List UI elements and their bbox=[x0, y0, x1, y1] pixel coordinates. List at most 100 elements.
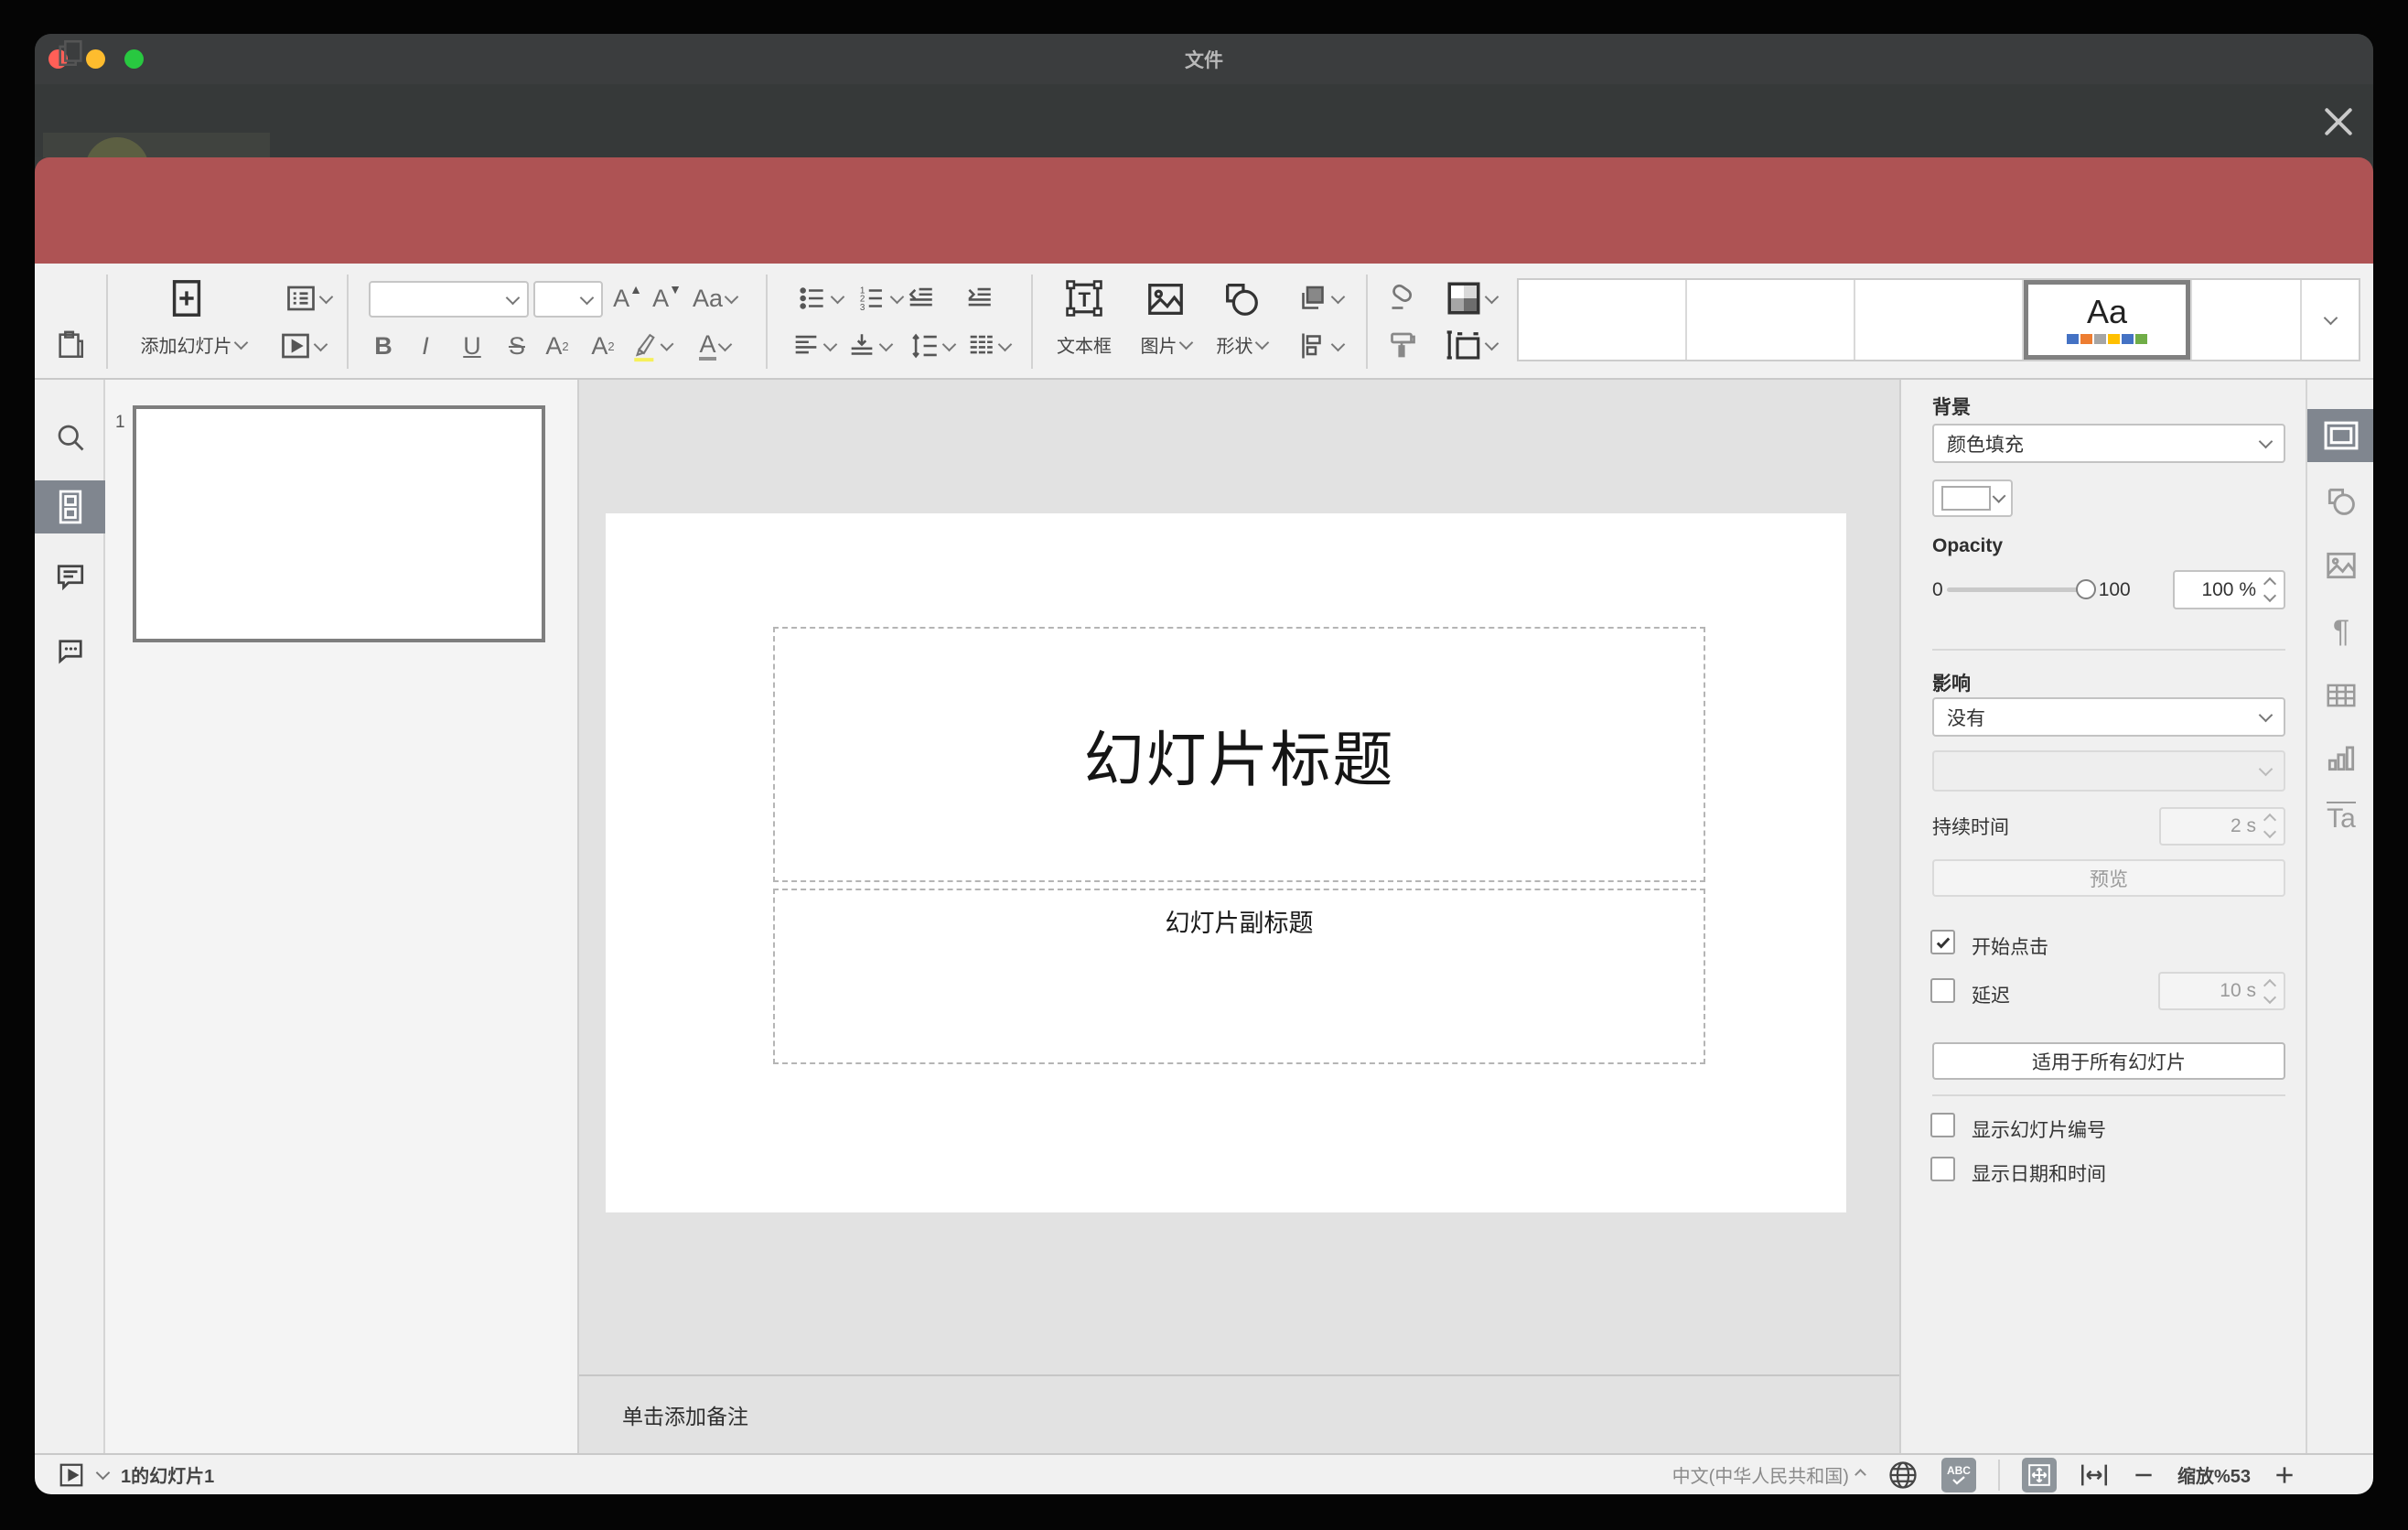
divider bbox=[106, 275, 108, 369]
slide-size-button[interactable] bbox=[1435, 324, 1506, 366]
line-spacing-button[interactable] bbox=[902, 326, 961, 366]
zoom-out-button[interactable] bbox=[2132, 1463, 2155, 1487]
spellcheck-button[interactable]: ABC bbox=[1940, 1457, 1976, 1492]
font-color-button[interactable]: A bbox=[688, 326, 741, 366]
opacity-spinbox[interactable]: 100 % bbox=[2173, 570, 2285, 609]
change-case-button[interactable]: Aa bbox=[688, 278, 741, 318]
background-fill-value: 颜色填充 bbox=[1947, 434, 2024, 456]
spin-carets[interactable] bbox=[2263, 978, 2277, 1004]
shape-label-button[interactable]: 形状 bbox=[1205, 328, 1278, 361]
table-settings-icon[interactable] bbox=[2307, 674, 2373, 717]
font-decrease-glyph: A bbox=[652, 284, 670, 312]
comments-icon[interactable] bbox=[35, 555, 105, 598]
search-icon[interactable] bbox=[35, 416, 105, 458]
start-on-click-checkbox[interactable] bbox=[1930, 930, 1955, 954]
textart-settings-icon[interactable]: Ta bbox=[2307, 797, 2373, 839]
theme-color-chip bbox=[2108, 334, 2120, 344]
opacity-slider-knob[interactable] bbox=[2075, 579, 2096, 599]
arrange-button[interactable] bbox=[1286, 278, 1352, 318]
shape-settings-icon[interactable] bbox=[2307, 480, 2373, 523]
image-button[interactable] bbox=[1138, 276, 1193, 322]
spin-carets[interactable] bbox=[2263, 813, 2277, 839]
preview-button[interactable]: 预览 bbox=[1932, 859, 2285, 897]
decrease-font-button[interactable]: A ▼ bbox=[649, 278, 685, 318]
delay-checkbox[interactable] bbox=[1930, 978, 1955, 1003]
copy-button[interactable] bbox=[51, 34, 90, 72]
subtitle-placeholder[interactable]: 幻灯片副标题 bbox=[773, 889, 1705, 1064]
underline-button[interactable]: U bbox=[455, 326, 489, 366]
textbox-label-button[interactable]: 文本框 bbox=[1038, 328, 1130, 361]
clear-style-button[interactable] bbox=[1380, 278, 1424, 318]
font-size-select[interactable] bbox=[533, 281, 603, 318]
title-placeholder[interactable]: 幻灯片标题 bbox=[773, 627, 1705, 882]
superscript-button[interactable]: A 2 bbox=[540, 326, 575, 366]
add-slide-label-button[interactable]: 添加幻灯片 bbox=[115, 328, 271, 361]
fit-width-button[interactable] bbox=[2079, 1460, 2110, 1491]
paste-button[interactable] bbox=[51, 326, 90, 364]
start-slideshow-button[interactable] bbox=[273, 326, 331, 366]
start-slideshow-status-button[interactable] bbox=[58, 1461, 111, 1489]
bold-glyph: B bbox=[374, 331, 392, 360]
show-slide-number-checkbox[interactable] bbox=[1930, 1113, 1955, 1137]
background-color-picker[interactable] bbox=[1932, 479, 2013, 517]
chat-icon[interactable] bbox=[35, 628, 105, 670]
show-date-time-checkbox[interactable] bbox=[1930, 1157, 1955, 1181]
duration-row: 持续时间 2 s bbox=[1932, 806, 2285, 846]
zoom-in-button[interactable] bbox=[2273, 1463, 2296, 1487]
textart-glyph: Ta bbox=[2327, 802, 2356, 834]
slides-panel-icon[interactable] bbox=[35, 486, 105, 528]
vertical-align-button[interactable] bbox=[841, 326, 896, 366]
spin-carets[interactable] bbox=[2263, 576, 2277, 603]
align-objects-button[interactable] bbox=[1286, 326, 1352, 366]
duration-spinbox[interactable]: 2 s bbox=[2159, 806, 2285, 846]
theme-thumbnail-selected[interactable]: Aa bbox=[2024, 280, 2192, 360]
theme-thumbnail[interactable] bbox=[1855, 280, 2024, 360]
numbered-list-button[interactable]: 123 bbox=[852, 278, 907, 318]
theme-color-chip bbox=[2080, 334, 2092, 344]
theme-thumbnail[interactable] bbox=[1687, 280, 1855, 360]
italic-button[interactable]: I bbox=[408, 326, 443, 366]
document-language-button[interactable] bbox=[1887, 1459, 1919, 1492]
close-icon[interactable] bbox=[2322, 105, 2355, 138]
increase-font-button[interactable]: A ▲ bbox=[609, 278, 646, 318]
increase-indent-button[interactable] bbox=[959, 278, 999, 318]
fit-slide-button[interactable] bbox=[2021, 1457, 2057, 1492]
slide-layout-button[interactable] bbox=[278, 278, 337, 318]
decrease-indent-button[interactable] bbox=[900, 278, 941, 318]
image-label-button[interactable]: 图片 bbox=[1129, 328, 1202, 361]
opacity-slider-track[interactable] bbox=[1946, 579, 2096, 599]
add-slide-button[interactable] bbox=[163, 275, 210, 322]
notes-area[interactable]: 单击添加备注 bbox=[579, 1374, 1899, 1453]
language-selector[interactable]: 中文(中华人民共和国) bbox=[1672, 1461, 1866, 1488]
theme-thumbnail[interactable] bbox=[2192, 280, 2302, 360]
highlight-color-button[interactable] bbox=[629, 326, 674, 366]
chart-settings-icon[interactable] bbox=[2307, 737, 2373, 779]
copy-style-button[interactable] bbox=[1380, 324, 1424, 366]
delay-spinbox[interactable]: 10 s bbox=[2158, 972, 2285, 1010]
titlebar: 文件 bbox=[35, 34, 2373, 84]
slide-settings-icon[interactable] bbox=[2307, 415, 2373, 457]
color-scheme-button[interactable] bbox=[1435, 276, 1506, 320]
bold-button[interactable]: B bbox=[366, 326, 401, 366]
theme-thumbnail[interactable] bbox=[1519, 280, 1687, 360]
theme-gallery-expand-button[interactable] bbox=[2302, 280, 2359, 360]
background-fill-select[interactable]: 颜色填充 bbox=[1932, 424, 2285, 463]
bullet-list-button[interactable] bbox=[792, 278, 847, 318]
effect-select[interactable]: 没有 bbox=[1932, 697, 2285, 737]
slide-thumbnail[interactable] bbox=[133, 405, 545, 642]
image-settings-icon[interactable] bbox=[2307, 544, 2373, 587]
effect-option-select-disabled[interactable] bbox=[1932, 750, 2285, 792]
font-name-select[interactable] bbox=[369, 281, 529, 318]
chevron-down-icon bbox=[1484, 336, 1499, 350]
textbox-button[interactable]: T bbox=[1052, 275, 1116, 322]
subscript-button[interactable]: A 2 bbox=[586, 326, 620, 366]
horizontal-align-button[interactable] bbox=[785, 326, 840, 366]
shape-button[interactable] bbox=[1214, 276, 1269, 322]
apply-to-all-slides-button[interactable]: 适用于所有幻灯片 bbox=[1932, 1042, 2285, 1080]
strikethrough-button[interactable]: S bbox=[500, 326, 534, 366]
theme-color-chip bbox=[2094, 334, 2106, 344]
paragraph-settings-icon[interactable]: ¶ bbox=[2307, 610, 2373, 652]
columns-button[interactable] bbox=[957, 326, 1017, 366]
opacity-label: Opacity bbox=[1932, 535, 2004, 556]
slide[interactable]: 幻灯片标题 幻灯片副标题 bbox=[606, 513, 1846, 1212]
